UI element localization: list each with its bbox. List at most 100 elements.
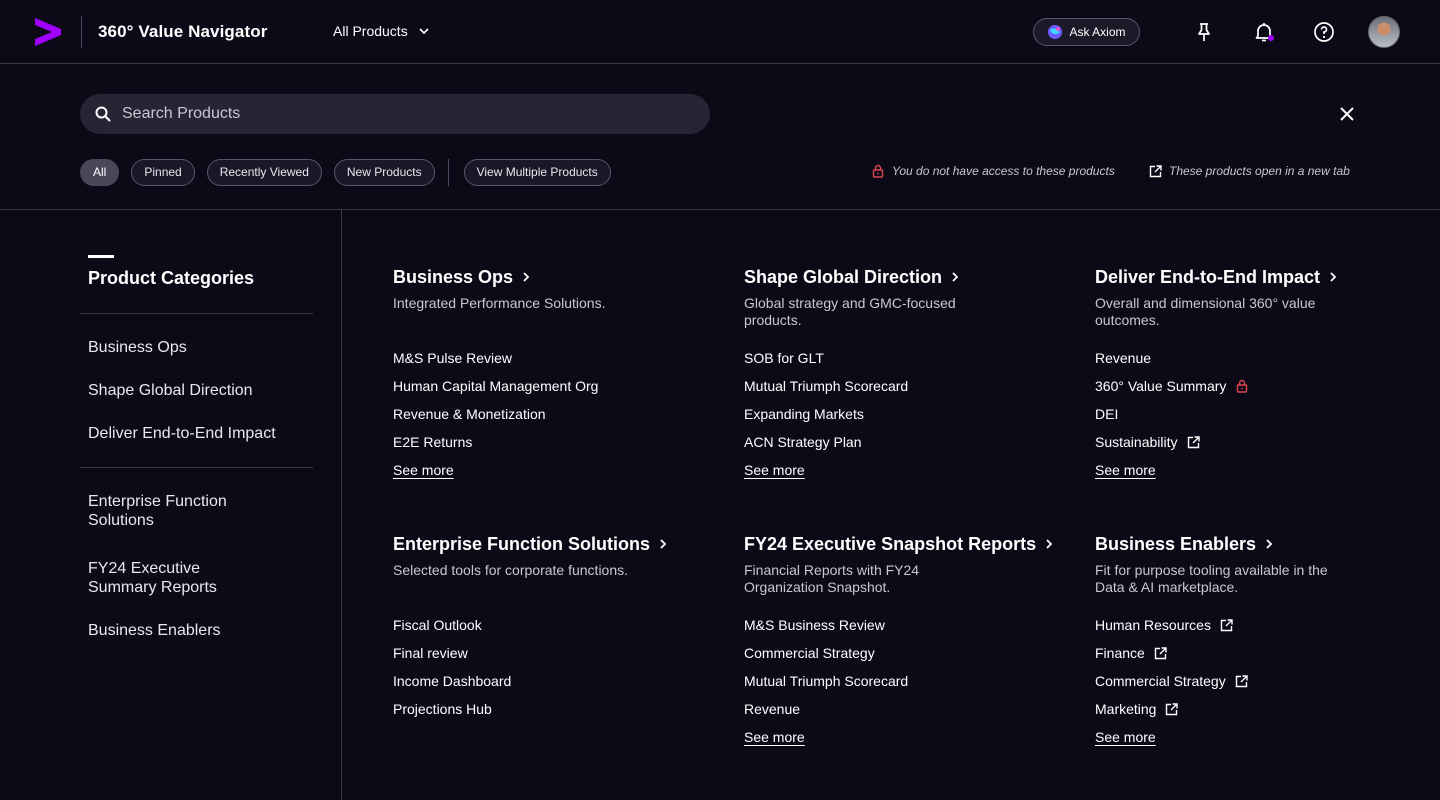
product-label: Final review (393, 645, 468, 661)
view-multiple-products-button[interactable]: View Multiple Products (463, 158, 611, 186)
product-label: Mutual Triumph Scorecard (744, 378, 909, 394)
product-item[interactable]: Revenue & Monetization (393, 406, 683, 434)
see-more-link[interactable]: See more (393, 462, 454, 478)
user-avatar[interactable] (1368, 16, 1400, 48)
product-item[interactable]: Finance (1095, 645, 1385, 673)
search-icon (94, 105, 112, 123)
accenture-logo-icon[interactable] (34, 18, 62, 46)
product-label: DEI (1095, 406, 1119, 422)
category-description: Global strategy and GMC-focused products… (744, 295, 956, 328)
product-item[interactable]: Mutual Triumph Scorecard (744, 378, 1034, 406)
see-more-link[interactable]: See more (1095, 462, 1156, 478)
see-more-link[interactable]: See more (744, 462, 805, 478)
legend-external: These products open in a new tab (1149, 164, 1350, 178)
sidebar-separator (80, 467, 313, 468)
product-item[interactable]: Commercial Strategy (1095, 673, 1385, 701)
product-label: Revenue & Monetization (393, 406, 546, 422)
product-item[interactable]: M&S Business Review (744, 617, 1034, 645)
chip-pinned[interactable]: Pinned (131, 158, 195, 186)
divider (0, 209, 1440, 210)
product-item[interactable]: Commercial Strategy (744, 645, 1034, 673)
category-title-link[interactable]: Business Enablers (1095, 533, 1385, 555)
sidebar-item-business-ops[interactable]: Business Ops (88, 338, 308, 357)
category-title: Business Ops (393, 266, 514, 287)
filter-chips: All Pinned Recently Viewed New Products … (80, 158, 623, 186)
product-item[interactable]: ACN Strategy Plan (744, 434, 1034, 462)
product-label: SOB for GLT (744, 350, 824, 366)
search-bar[interactable] (80, 94, 710, 134)
sidebar-item-business-enablers[interactable]: Business Enablers (88, 621, 308, 640)
help-icon[interactable] (1312, 20, 1336, 44)
product-label: ACN Strategy Plan (744, 434, 862, 450)
category-card: Enterprise Function Solutions Selected to… (393, 533, 683, 729)
product-label: Revenue (744, 701, 801, 717)
sidebar-item-shape-global-direction[interactable]: Shape Global Direction (88, 381, 308, 400)
sidebar-separator (80, 313, 313, 314)
external-link-icon (1165, 703, 1179, 716)
external-link-icon (1220, 619, 1233, 632)
product-item[interactable]: 360° Value Summary (1095, 378, 1385, 406)
product-item[interactable]: E2E Returns (393, 434, 683, 462)
close-icon[interactable] (1337, 104, 1357, 124)
category-title: Business Enablers (1095, 533, 1257, 554)
product-list: Fiscal Outlook Final review Income Dashboa… (393, 617, 683, 729)
product-label: Marketing (1095, 701, 1157, 717)
lock-icon (871, 164, 885, 178)
chip-all[interactable]: All (80, 158, 120, 186)
product-item[interactable]: Expanding Markets (744, 406, 1034, 434)
see-more-link[interactable]: See more (744, 729, 805, 745)
product-item[interactable]: Revenue (744, 701, 1034, 729)
chevron-right-icon (950, 271, 960, 283)
category-title-link[interactable]: Enterprise Function Solutions (393, 533, 683, 555)
chevron-right-icon (1264, 538, 1274, 550)
product-item[interactable]: Fiscal Outlook (393, 617, 683, 645)
category-title-link[interactable]: Shape Global Direction (744, 266, 1034, 288)
search-input[interactable] (122, 105, 682, 123)
category-card: Deliver End-to-End Impact Overall and dim… (1095, 266, 1385, 480)
chip-recently-viewed[interactable]: Recently Viewed (206, 158, 322, 186)
category-title: Deliver End-to-End Impact (1095, 266, 1321, 287)
product-label: Sustainability (1095, 434, 1178, 450)
category-description: Selected tools for corporate functions. (393, 562, 629, 578)
product-item[interactable]: Marketing (1095, 701, 1385, 729)
product-item[interactable]: M&S Pulse Review (393, 350, 683, 378)
product-item[interactable]: DEI (1095, 406, 1385, 434)
sidebar-item-deliver-end-to-end-impact[interactable]: Deliver End-to-End Impact (88, 424, 308, 443)
product-item[interactable]: SOB for GLT (744, 350, 1034, 378)
see-more-link[interactable]: See more (1095, 729, 1156, 745)
product-item[interactable]: Mutual Triumph Scorecard (744, 673, 1034, 701)
product-label: Income Dashboard (393, 673, 512, 689)
category-title: Shape Global Direction (744, 266, 943, 287)
legend-external-text: These products open in a new tab (1169, 164, 1350, 178)
product-list: SOB for GLT Mutual Triumph Scorecard Expan… (744, 350, 1034, 462)
ask-axiom-button[interactable]: Ask Axiom (1033, 18, 1140, 46)
product-label: 360° Value Summary (1095, 378, 1227, 394)
chevron-down-icon (418, 25, 430, 37)
category-card: Business Ops Integrated Performance Solut… (393, 266, 683, 480)
product-item[interactable]: Projections Hub (393, 701, 683, 729)
product-label: M&S Pulse Review (393, 350, 513, 366)
product-list: M&S Pulse Review Human Capital Management… (393, 350, 683, 462)
product-item[interactable]: Human Capital Management Org (393, 378, 683, 406)
product-item[interactable]: Human Resources (1095, 617, 1385, 645)
category-title-link[interactable]: FY24 Executive Snapshot Reports (744, 533, 1053, 555)
category-title-link[interactable]: Deliver End-to-End Impact (1095, 266, 1385, 288)
category-title-link[interactable]: Business Ops (393, 266, 683, 288)
product-selector-label: All Products (333, 23, 408, 39)
product-selector[interactable]: All Products (333, 23, 430, 39)
product-label: Commercial Strategy (1095, 673, 1226, 689)
sidebar-item-enterprise-function-solutions[interactable]: Enterprise Function Solutions (88, 492, 248, 530)
sidebar-title: Product Categories (88, 268, 255, 288)
sidebar-item-fy24-executive-summary-reports[interactable]: FY24 Executive Summary Reports (88, 559, 238, 597)
notification-bell-icon[interactable] (1252, 20, 1276, 44)
product-label: E2E Returns (393, 434, 473, 450)
chip-new-products[interactable]: New Products (333, 158, 435, 186)
product-item[interactable]: Revenue (1095, 350, 1385, 378)
product-item[interactable]: Income Dashboard (393, 673, 683, 701)
category-description: Integrated Performance Solutions. (393, 295, 606, 311)
category-card: FY24 Executive Snapshot Reports Financial… (744, 533, 1053, 747)
product-item[interactable]: Final review (393, 645, 683, 673)
pin-icon[interactable] (1192, 20, 1216, 44)
product-label: Mutual Triumph Scorecard (744, 673, 909, 689)
product-item[interactable]: Sustainability (1095, 434, 1385, 462)
